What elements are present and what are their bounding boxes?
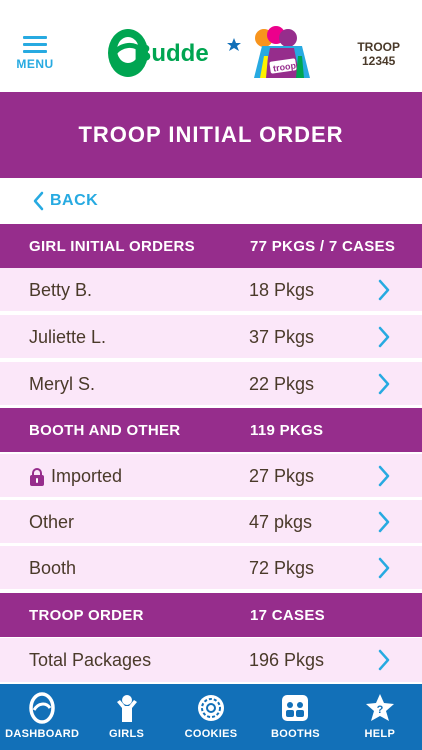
row-qty: 22 Pkgs <box>249 374 315 394</box>
ebudde-logo: Budde troop <box>106 24 316 82</box>
hamburger-icon <box>23 36 47 53</box>
row-name: Betty B. <box>29 280 93 300</box>
row-qty: 47 pkgs <box>249 512 313 532</box>
chevron-right-icon[interactable] <box>378 279 390 301</box>
row-name: Juliette L. <box>29 327 107 347</box>
nav-label: DASHBOARD <box>5 728 80 740</box>
svg-text:?: ? <box>376 704 383 716</box>
row-name: Other <box>29 512 75 532</box>
nav-girls[interactable]: GIRLS <box>84 684 168 750</box>
bottom-nav: DASHBOARD GIRLS COOKIES BOOTHS ? HELP <box>0 684 422 750</box>
row-qty: 27 Pkgs <box>249 466 315 486</box>
nav-booths[interactable]: BOOTHS <box>253 684 337 750</box>
troop-number: 12345 <box>361 54 396 68</box>
booth-icon <box>282 695 309 721</box>
list-item[interactable]: Other 47 pkgs <box>0 500 422 545</box>
section-label: BOOTH AND OTHER <box>29 422 181 439</box>
top-bar: MENU Budde troop TROOP 12345 <box>0 0 422 92</box>
section-label: TROOP ORDER <box>29 607 144 624</box>
nav-label: GIRLS <box>109 728 145 740</box>
section-girl-orders: GIRL INITIAL ORDERS 77 PKGS / 7 CASES <box>0 224 422 268</box>
back-row: BACK <box>0 178 422 224</box>
troop-id: TROOP 12345 <box>357 40 400 68</box>
nav-label: BOOTHS <box>270 728 320 740</box>
menu-label: MENU <box>16 57 54 71</box>
lock-icon <box>30 467 44 486</box>
row-qty: 37 Pkgs <box>249 327 315 347</box>
chevron-right-icon[interactable] <box>378 511 390 533</box>
row-name: Total Packages <box>29 650 152 670</box>
section-total: 77 PKGS / 7 CASES <box>250 238 396 255</box>
nav-help[interactable]: ? HELP <box>338 684 422 750</box>
row-name: Imported <box>51 466 123 486</box>
chevron-right-icon[interactable] <box>378 373 390 395</box>
help-star-icon: ? <box>365 694 394 721</box>
chevron-right-icon[interactable] <box>378 326 390 348</box>
nav-label: COOKIES <box>184 728 238 740</box>
chevron-right-icon[interactable] <box>378 465 390 487</box>
menu-button[interactable]: MENU <box>14 36 56 76</box>
row-name: Booth <box>29 558 77 578</box>
section-booth-other: BOOTH AND OTHER 119 PKGS <box>0 408 422 452</box>
section-total: 17 CASES <box>250 607 325 624</box>
page-title: TROOP INITIAL ORDER <box>78 122 344 147</box>
list-item[interactable]: Booth 72 Pkgs <box>0 546 422 591</box>
section-troop-order: TROOP ORDER 17 CASES <box>0 593 422 637</box>
row-name-wrap: Imported <box>29 466 122 487</box>
list-item[interactable]: Meryl S. 22 Pkgs <box>0 362 422 407</box>
row-name: Meryl S. <box>29 374 96 394</box>
list-item[interactable]: Juliette L. 37 Pkgs <box>0 315 422 360</box>
chevron-right-icon[interactable] <box>378 649 390 671</box>
row-qty: 72 Pkgs <box>249 558 315 578</box>
title-band: TROOP INITIAL ORDER <box>0 92 422 178</box>
row-qty: 18 Pkgs <box>249 280 315 300</box>
nav-cookies[interactable]: COOKIES <box>169 684 253 750</box>
logo-text: Budde <box>134 40 209 67</box>
troop-label: TROOP <box>357 40 400 54</box>
ebudde-e-icon <box>29 692 55 724</box>
cookie-icon <box>198 695 225 721</box>
chevron-left-icon <box>33 191 44 211</box>
girl-icon <box>116 695 137 722</box>
list-item[interactable]: Total Packages 196 Pkgs <box>0 638 422 684</box>
nav-label: HELP <box>364 728 396 740</box>
chevron-right-icon[interactable] <box>378 557 390 579</box>
nav-dashboard[interactable]: DASHBOARD <box>0 684 84 750</box>
row-qty: 196 Pkgs <box>249 650 325 670</box>
section-label: GIRL INITIAL ORDERS <box>29 238 195 255</box>
list-item[interactable]: Imported 27 Pkgs <box>0 454 422 499</box>
back-label: BACK <box>50 192 99 209</box>
section-total: 119 PKGS <box>250 422 324 439</box>
back-button[interactable]: BACK <box>32 191 98 211</box>
list-item[interactable]: Betty B. 18 Pkgs <box>0 268 422 313</box>
